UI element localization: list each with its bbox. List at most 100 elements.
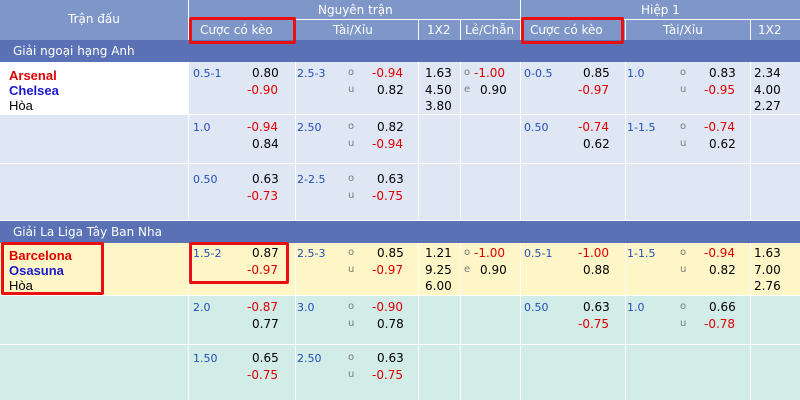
over-label: o bbox=[348, 301, 355, 312]
odds-value[interactable]: 0.82 bbox=[377, 120, 404, 134]
header-h1-over-under[interactable]: Tài/Xỉu bbox=[663, 23, 703, 37]
odds-value[interactable]: -0.75 bbox=[372, 368, 403, 382]
divider bbox=[418, 19, 419, 40]
odds-value[interactable]: 0.63 bbox=[377, 351, 404, 365]
odds-value[interactable]: -0.95 bbox=[704, 83, 735, 97]
odds-value[interactable]: -0.94 bbox=[247, 120, 278, 134]
handicap-line: 1.0 bbox=[193, 121, 211, 134]
over-under-line: 2.5-3 bbox=[297, 67, 326, 80]
under-label: u bbox=[680, 138, 687, 149]
handicap-line: 0.50 bbox=[193, 173, 218, 186]
header-ft-1x2[interactable]: 1X2 bbox=[427, 23, 451, 37]
highlight-box-teams bbox=[1, 242, 104, 295]
odd-label: o bbox=[464, 67, 471, 78]
odds-value[interactable]: 0.65 bbox=[252, 351, 279, 365]
odds-value[interactable]: -0.90 bbox=[247, 83, 278, 97]
odds-value[interactable]: 0.90 bbox=[480, 263, 507, 277]
divider bbox=[625, 19, 626, 40]
odds-value[interactable]: 0.83 bbox=[709, 66, 736, 80]
odds-value[interactable]: 0.85 bbox=[583, 66, 610, 80]
odds-value[interactable]: 0.82 bbox=[377, 83, 404, 97]
under-label: u bbox=[680, 264, 687, 275]
over-under-line: 1-1.5 bbox=[627, 121, 656, 134]
odds-value[interactable]: -0.78 bbox=[704, 317, 735, 331]
odds-value[interactable]: -1.00 bbox=[578, 246, 609, 260]
odds-value[interactable]: 0.80 bbox=[252, 66, 279, 80]
handicap-line: 1.50 bbox=[193, 352, 218, 365]
odds-value[interactable]: -0.97 bbox=[372, 263, 403, 277]
odds-value[interactable]: -0.75 bbox=[578, 317, 609, 331]
header-full-time: Nguyên trận bbox=[318, 3, 393, 17]
even-label: e bbox=[464, 264, 471, 275]
odds-1x2-away[interactable]: 4.00 bbox=[754, 83, 781, 97]
odds-value[interactable]: 0.62 bbox=[583, 137, 610, 151]
odds-value[interactable]: 0.90 bbox=[480, 83, 507, 97]
odds-value[interactable]: -0.90 bbox=[372, 300, 403, 314]
odds-value[interactable]: 0.85 bbox=[377, 246, 404, 260]
odds-value[interactable]: -1.00 bbox=[474, 66, 505, 80]
highlight-box-odds bbox=[189, 242, 289, 284]
over-label: o bbox=[680, 301, 687, 312]
odds-value[interactable]: 0.66 bbox=[709, 300, 736, 314]
divider bbox=[750, 19, 751, 40]
over-under-line: 1-1.5 bbox=[627, 247, 656, 260]
odds-value[interactable]: -0.97 bbox=[578, 83, 609, 97]
odds-value[interactable]: 0.78 bbox=[377, 317, 404, 331]
highlight-box-ft-handicap bbox=[189, 17, 296, 44]
divider bbox=[750, 243, 751, 400]
odds-1x2-home[interactable]: 2.34 bbox=[754, 66, 781, 80]
header-ft-over-under[interactable]: Tài/Xỉu bbox=[333, 23, 373, 37]
handicap-line: 0.5-1 bbox=[524, 247, 553, 260]
odds-value[interactable]: 0.63 bbox=[583, 300, 610, 314]
away-team[interactable]: Chelsea bbox=[9, 83, 59, 98]
odds-value[interactable]: -0.75 bbox=[247, 368, 278, 382]
odds-value[interactable]: 0.82 bbox=[709, 263, 736, 277]
odds-value[interactable]: -0.94 bbox=[372, 66, 403, 80]
divider bbox=[460, 62, 461, 221]
divider bbox=[295, 62, 296, 221]
over-label: o bbox=[348, 352, 355, 363]
under-label: u bbox=[348, 190, 355, 201]
odds-1x2-draw[interactable]: 3.80 bbox=[425, 99, 452, 113]
odds-value[interactable]: 0.63 bbox=[252, 172, 279, 186]
odds-value[interactable]: -0.94 bbox=[704, 246, 735, 260]
odds-1x2-away[interactable]: 9.25 bbox=[425, 263, 452, 277]
odds-1x2-draw[interactable]: 2.27 bbox=[754, 99, 781, 113]
odds-1x2-away[interactable]: 7.00 bbox=[754, 263, 781, 277]
header-first-half: Hiệp 1 bbox=[641, 3, 680, 17]
odds-value[interactable]: 0.63 bbox=[377, 172, 404, 186]
highlight-box-h1-handicap bbox=[521, 17, 624, 44]
header-ft-odd-even[interactable]: Lẻ/Chẵn bbox=[465, 23, 514, 37]
odds-value[interactable]: -0.74 bbox=[578, 120, 609, 134]
odds-value[interactable]: 0.62 bbox=[709, 137, 736, 151]
handicap-line: 0.50 bbox=[524, 301, 549, 314]
league-header-laliga[interactable]: Giải La Liga Tây Ban Nha bbox=[0, 221, 800, 243]
divider bbox=[460, 243, 461, 400]
odds-value[interactable]: -1.00 bbox=[474, 246, 505, 260]
odds-1x2-away[interactable]: 4.50 bbox=[425, 83, 452, 97]
odds-1x2-draw[interactable]: 6.00 bbox=[425, 279, 452, 293]
handicap-line: 0.50 bbox=[524, 121, 549, 134]
header-h1-1x2[interactable]: 1X2 bbox=[758, 23, 782, 37]
odds-value[interactable]: -0.94 bbox=[372, 137, 403, 151]
odds-1x2-home[interactable]: 1.63 bbox=[425, 66, 452, 80]
odds-value[interactable]: -0.74 bbox=[704, 120, 735, 134]
odds-value[interactable]: -0.87 bbox=[247, 300, 278, 314]
odds-value[interactable]: 0.84 bbox=[252, 137, 279, 151]
odds-value[interactable]: 0.77 bbox=[252, 317, 279, 331]
odds-value[interactable]: -0.73 bbox=[247, 189, 278, 203]
odds-1x2-draw[interactable]: 2.76 bbox=[754, 279, 781, 293]
divider bbox=[750, 62, 751, 221]
match-row-alt-line: 0.50 0.63 -0.73 2-2.5 o u 0.63 -0.75 bbox=[0, 164, 800, 220]
under-label: u bbox=[680, 318, 687, 329]
odds-value[interactable]: 0.88 bbox=[583, 263, 610, 277]
match-row-arsenal-chelsea: Arsenal Chelsea Hòa 0.5-1 0.80 -0.90 2.5… bbox=[0, 62, 800, 114]
under-label: u bbox=[348, 138, 355, 149]
odds-1x2-home[interactable]: 1.21 bbox=[425, 246, 452, 260]
odds-value[interactable]: -0.75 bbox=[372, 189, 403, 203]
divider bbox=[520, 62, 521, 221]
divider bbox=[295, 243, 296, 400]
home-team[interactable]: Arsenal bbox=[9, 68, 57, 83]
odds-1x2-home[interactable]: 1.63 bbox=[754, 246, 781, 260]
league-header-epl[interactable]: Giải ngoại hạng Anh bbox=[0, 40, 800, 62]
